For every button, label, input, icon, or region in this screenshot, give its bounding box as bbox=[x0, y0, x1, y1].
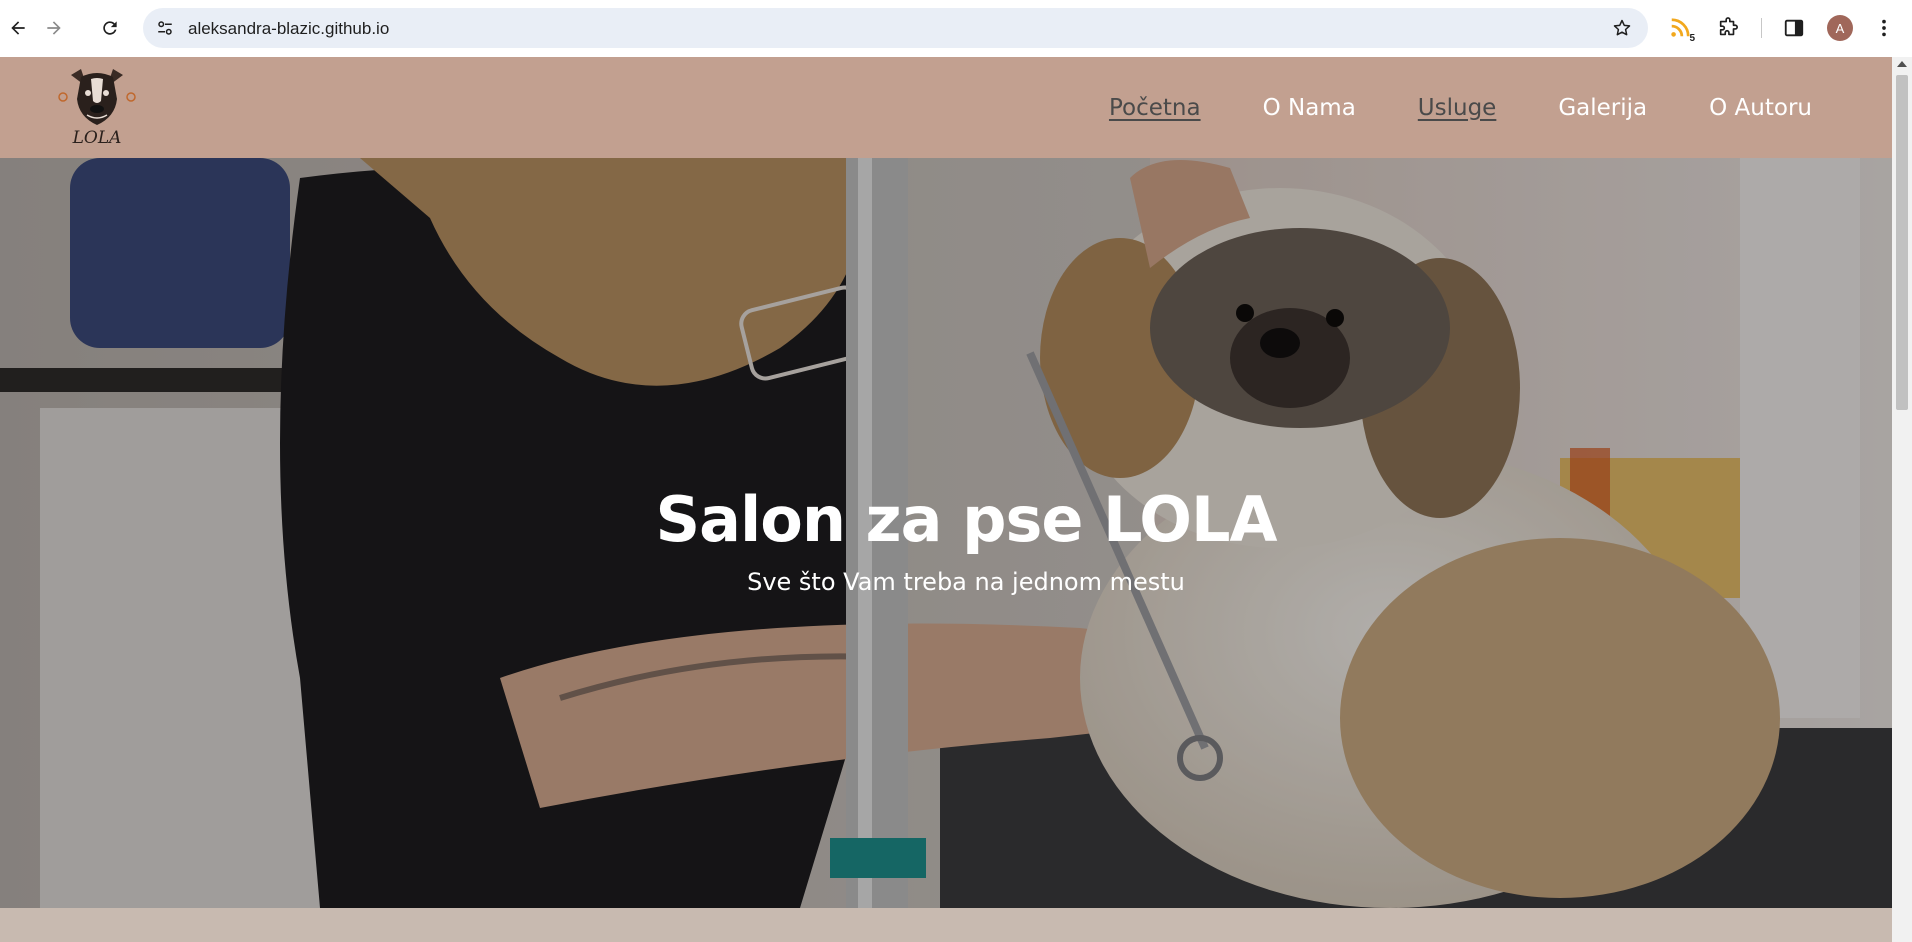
toolbar-divider bbox=[1761, 18, 1762, 38]
forward-button[interactable] bbox=[40, 14, 68, 42]
side-panel-icon bbox=[1784, 19, 1804, 37]
nav-link-usluge[interactable]: Usluge bbox=[1418, 95, 1497, 121]
browser-menu-button[interactable] bbox=[1870, 14, 1898, 42]
site-header: LOLA Početna O Nama Usluge Galerija O Au… bbox=[0, 57, 1892, 158]
scroll-thumb[interactable] bbox=[1896, 75, 1908, 410]
back-icon bbox=[11, 21, 25, 35]
reload-icon bbox=[103, 21, 117, 35]
logo-text: LOLA bbox=[72, 128, 122, 148]
nav-link-o-nama[interactable]: O Nama bbox=[1263, 95, 1356, 121]
next-section-strip bbox=[0, 908, 1892, 942]
profile-avatar[interactable]: A bbox=[1827, 15, 1853, 41]
page-scrollbar[interactable] bbox=[1892, 57, 1912, 942]
extensions-button[interactable] bbox=[1714, 14, 1742, 42]
site-info-button[interactable] bbox=[153, 16, 177, 40]
kebab-menu-icon bbox=[1882, 19, 1886, 37]
extensions-puzzle-icon bbox=[1719, 17, 1738, 36]
hero-subtitle: Sve što Vam treba na jednom mestu bbox=[747, 568, 1185, 596]
hero-title: Salon za pse LOLA bbox=[655, 483, 1278, 556]
back-button[interactable] bbox=[4, 14, 32, 42]
address-bar[interactable]: aleksandra-blazic.github.io bbox=[143, 8, 1648, 48]
extension-badge: 5 bbox=[1689, 33, 1695, 44]
forward-icon bbox=[47, 21, 61, 35]
site-logo[interactable]: LOLA bbox=[57, 65, 137, 149]
side-panel-button[interactable] bbox=[1780, 14, 1808, 42]
rss-extension-button[interactable]: 5 bbox=[1666, 14, 1695, 44]
bookmark-star-icon bbox=[1613, 19, 1631, 36]
dog-logo-icon: LOLA bbox=[58, 69, 136, 148]
url-text[interactable]: aleksandra-blazic.github.io bbox=[188, 19, 389, 39]
site-navigation: Početna O Nama Usluge Galerija O Autoru bbox=[1109, 57, 1812, 158]
scroll-up-arrow[interactable] bbox=[1897, 61, 1907, 67]
browser-toolbar: aleksandra-blazic.github.io 5 A bbox=[0, 0, 1912, 57]
page-viewport: LOLA Početna O Nama Usluge Galerija O Au… bbox=[0, 57, 1892, 942]
reload-button[interactable] bbox=[96, 14, 124, 42]
site-info-icon bbox=[158, 21, 172, 35]
nav-link-galerija[interactable]: Galerija bbox=[1558, 95, 1647, 121]
hero-section: Salon za pse LOLA Sve što Vam treba na j… bbox=[0, 158, 1892, 908]
bookmark-button[interactable] bbox=[1610, 16, 1634, 40]
nav-link-o-autoru[interactable]: O Autoru bbox=[1709, 95, 1812, 121]
nav-link-pocetna[interactable]: Početna bbox=[1109, 95, 1201, 121]
rss-extension-icon bbox=[1671, 18, 1690, 37]
